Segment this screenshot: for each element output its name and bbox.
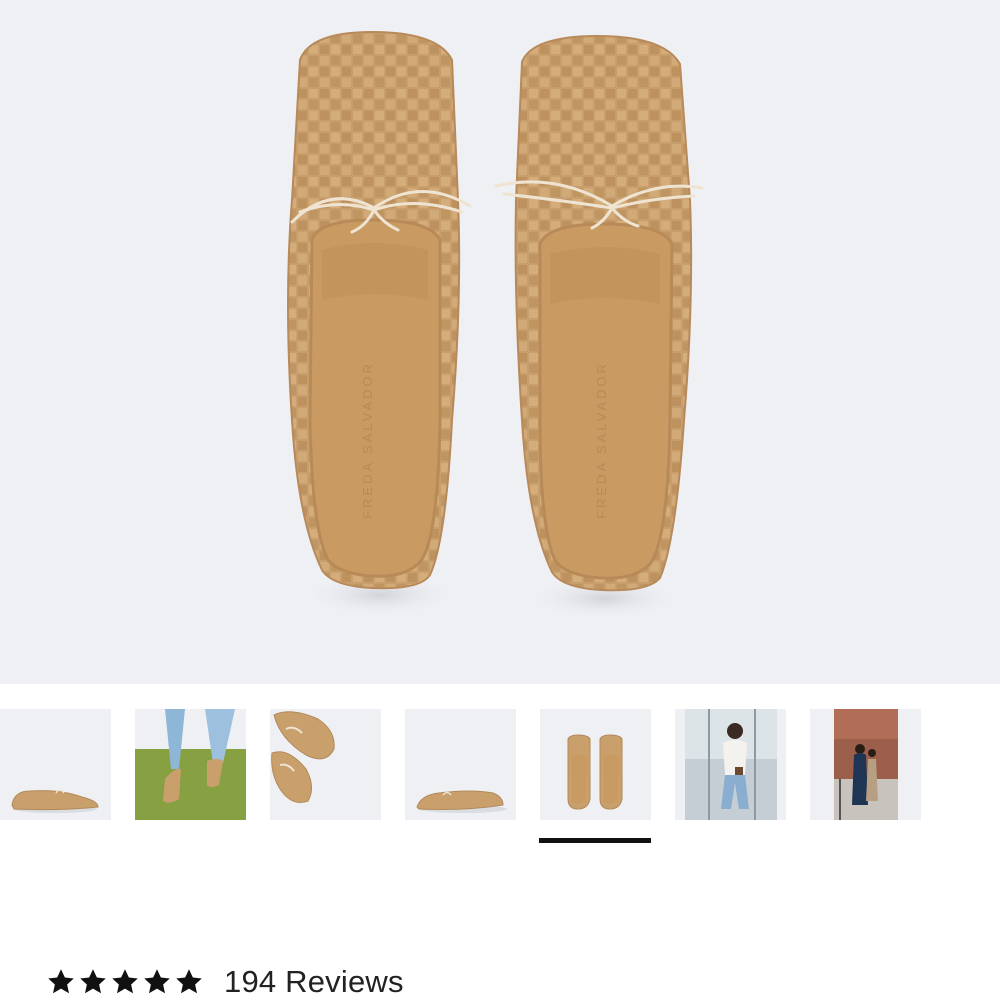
insole-brand-text: FREDA SALVADOR (360, 361, 375, 519)
star-icon (80, 969, 106, 994)
thumbnail-7[interactable] (810, 709, 921, 820)
thumbnail-1[interactable] (0, 709, 111, 820)
main-product-image[interactable]: FREDA SALVADOR FREDA SALVADOR (0, 0, 1000, 684)
star-icon (48, 969, 74, 994)
thumbnail-5[interactable] (540, 709, 651, 820)
thumbnail-strip (0, 709, 1000, 821)
star-icon (176, 969, 202, 994)
woven-flats-illustration: FREDA SALVADOR FREDA SALVADOR (287, 30, 704, 620)
star-icon (112, 969, 138, 994)
left-shoe: FREDA SALVADOR (287, 30, 472, 617)
active-thumbnail-indicator (539, 838, 651, 843)
insole-brand-text: FREDA SALVADOR (594, 361, 609, 519)
right-shoe: FREDA SALVADOR (494, 34, 704, 620)
rating-summary[interactable]: 194 Reviews (46, 962, 404, 1002)
star-icon (144, 969, 170, 994)
thumbnail-4[interactable] (405, 709, 516, 820)
thumbnail-2[interactable] (135, 709, 246, 820)
star-rating (46, 967, 204, 997)
review-count-link[interactable]: 194 Reviews (224, 964, 404, 1000)
thumbnail-6[interactable] (675, 709, 786, 820)
thumbnail-3[interactable] (270, 709, 381, 820)
